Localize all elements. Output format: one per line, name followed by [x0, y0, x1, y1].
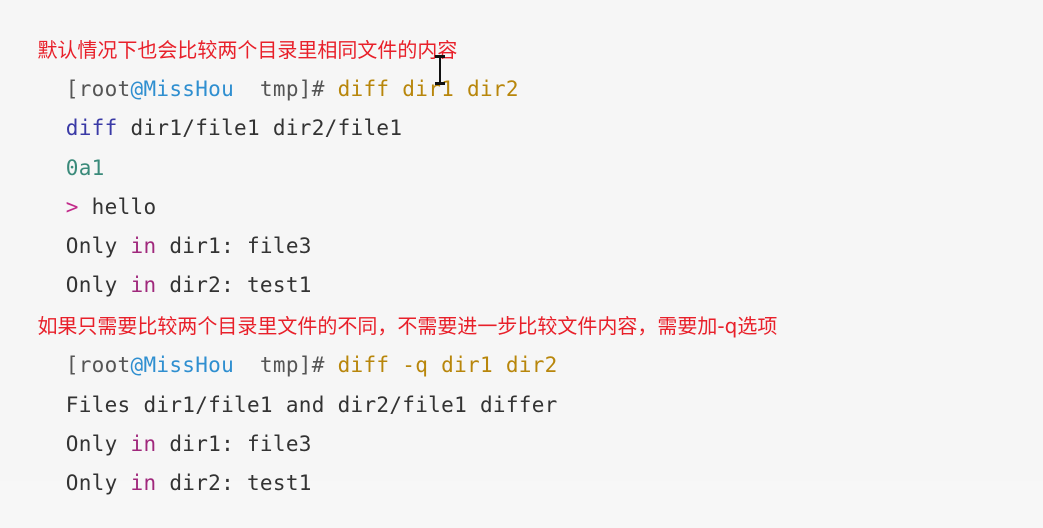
in-keyword: in [130, 471, 157, 495]
output-line-diff-header: diff dir1/file1 dir2/file1 [14, 83, 402, 140]
only-detail: dir2: test1 [156, 471, 312, 495]
output-line-only-2: Only in dir2: test1 [14, 240, 312, 297]
diff-files: dir1/file1 dir2/file1 [117, 116, 403, 140]
note-line-2: 如果只需要比较两个目录里文件的不同，不需要进一步比较文件内容，需要加-q选项 [12, 281, 777, 338]
output-line-added: > hello [14, 162, 156, 219]
prompt-line-2: [root@MissHou tmp]# diff -q dir1 dir2 [14, 320, 558, 377]
output-line-only-4: Only in dir2: test1 [14, 438, 312, 495]
terminal-output[interactable]: 默认情况下也会比较两个目录里相同文件的内容 [root@MissHou tmp]… [0, 0, 1043, 495]
output-line-only-3: Only in dir1: file3 [14, 399, 312, 456]
text-cursor-icon [434, 54, 446, 86]
output-line-only-1: Only in dir1: file3 [14, 201, 312, 258]
note-line-1: 默认情况下也会比较两个目录里相同文件的内容 [12, 5, 457, 62]
output-line-hunk: 0a1 [14, 123, 105, 180]
only-prefix: Only [65, 471, 131, 495]
output-line-files-differ: Files dir1/file1 and dir2/file1 differ [14, 360, 558, 417]
